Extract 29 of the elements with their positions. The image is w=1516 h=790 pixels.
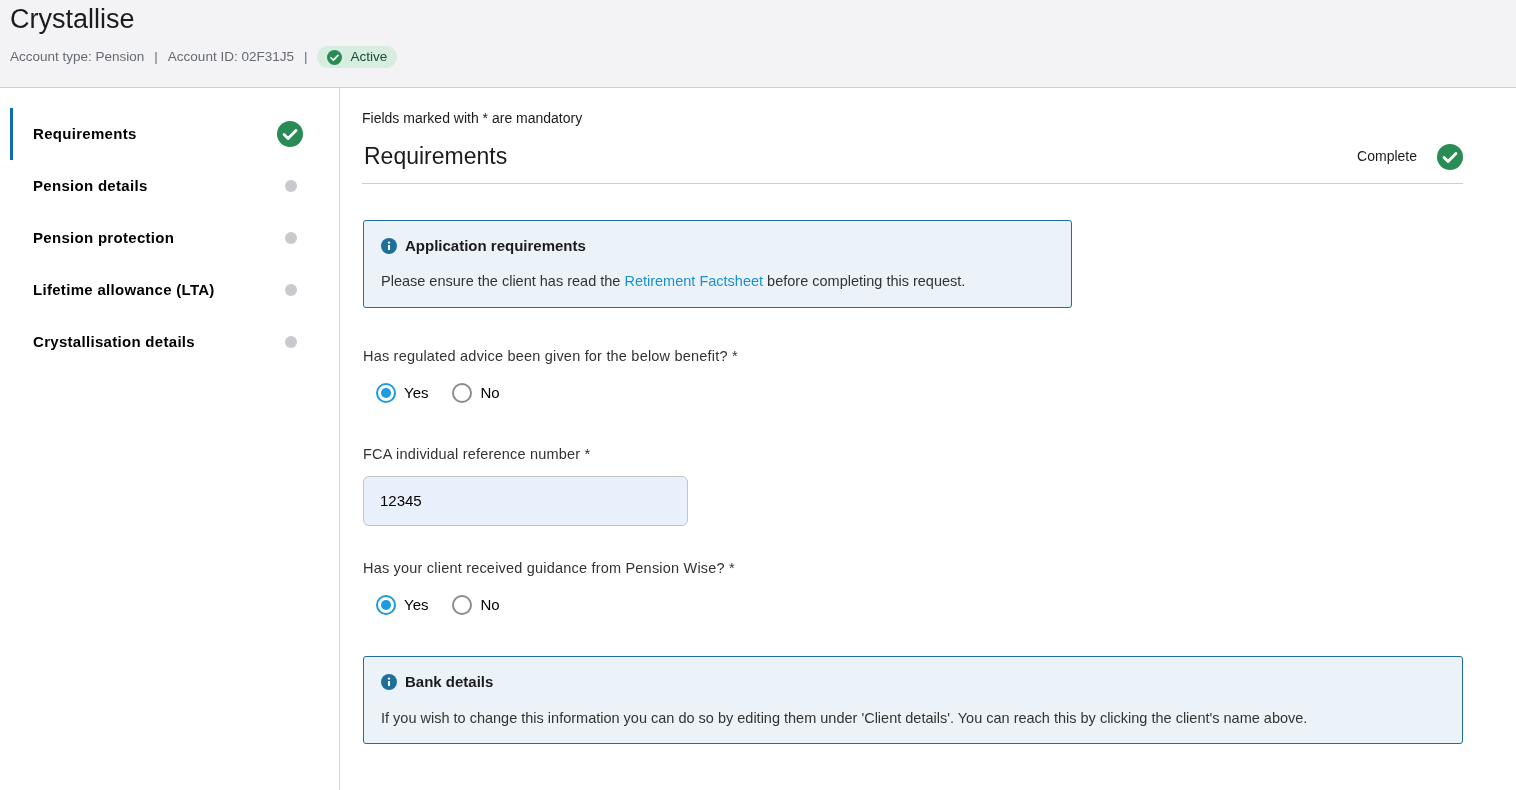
info-icon [381,674,397,691]
sidebar-item[interactable]: Lifetime allowance (LTA) [0,264,339,316]
panel-title: Bank details [405,672,494,693]
radio-option[interactable]: Yes [376,593,429,617]
field-label: FCA individual reference number * [363,445,592,465]
sidebar-item[interactable]: Pension details [0,160,339,212]
question-label: Has your client received guidance from Pension Wise? * [363,558,736,578]
section-title: Requirements [364,143,508,171]
radio-option[interactable]: Yes [376,381,429,405]
section-status: Complete [1357,147,1417,167]
info-icon [381,237,397,254]
reference-number-field[interactable]: 12345 [363,475,688,526]
radio-option[interactable]: No [452,381,500,405]
panel-title: Application requirements [405,235,586,256]
check-icon [327,49,343,65]
sidebar-item[interactable]: Crystallisation details [0,316,339,368]
mandatory-note: Fields marked with * are mandatory [362,109,584,128]
panel-text: If you wish to change this information you can do so by editing them under 'Client details'. You can reach this by clicking the client's name above. [381,708,1309,728]
panel-text: Please ensure the client has read the Retirement Factsheet before completing this request. [381,272,967,292]
page-title: Crystallise [10,3,136,36]
status-label: Active [350,48,388,66]
question-label: Has regulated advice been given for the below benefit? * [363,346,739,366]
account-id: Account ID: 02F31J5 [167,48,294,66]
sidebar-item[interactable]: Pension protection [0,212,339,264]
radio-option[interactable]: No [452,593,500,617]
sidebar-item[interactable]: Requirements [0,108,339,160]
separator: | [154,48,158,66]
separator: | [303,48,308,66]
account-type: Account type: Pension [10,48,145,66]
